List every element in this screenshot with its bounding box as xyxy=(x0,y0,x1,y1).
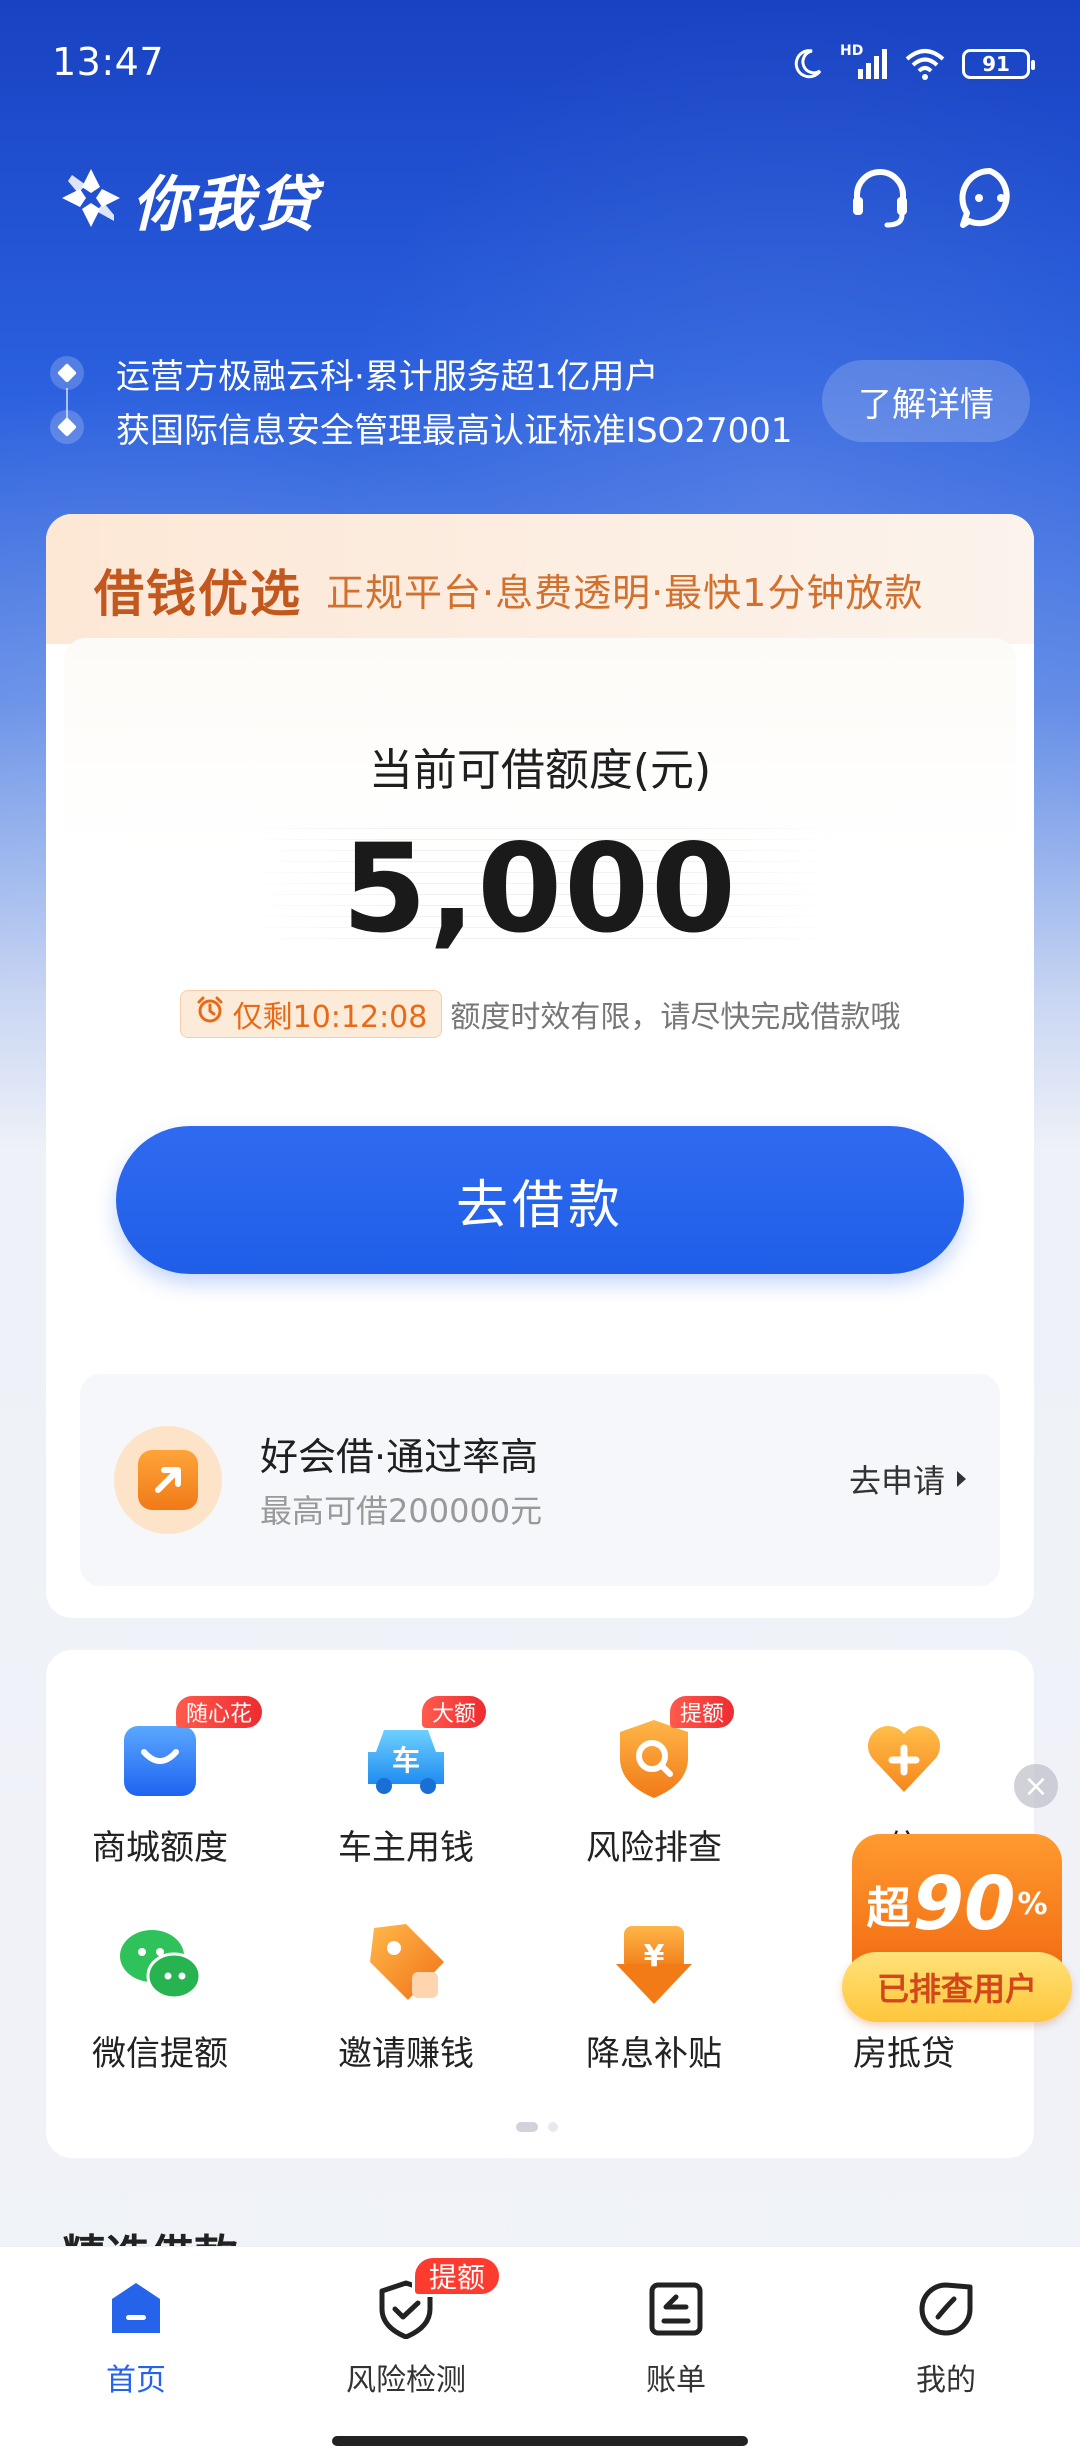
bottom-nav: 首页 提额 风险检测 账单 我的 xyxy=(0,2246,1080,2460)
close-float-button[interactable]: × xyxy=(1014,1764,1058,1808)
service-rate-subsidy[interactable]: ¥ 降息补贴 xyxy=(544,1916,764,2086)
info-text: 获国际信息安全管理最高认证标准ISO27001 xyxy=(116,410,793,451)
nav-profile[interactable]: 我的 xyxy=(846,2277,1046,2427)
app-name: 你我贷 xyxy=(132,170,318,240)
network-type: HD xyxy=(840,43,864,59)
service-invite-earn[interactable]: 邀请赚钱 xyxy=(296,1916,516,2086)
svg-text:车: 车 xyxy=(392,1744,420,1777)
shopping-bag-icon: 随心花 xyxy=(112,1696,263,1806)
service-label: 邀请赚钱 xyxy=(338,2034,474,2074)
service-label: 微信提额 xyxy=(92,2034,228,2074)
moon-icon xyxy=(790,47,824,81)
platform-info: 运营方极融云科·累计服务超1亿用户 获国际信息安全管理最高认证标准ISO2700… xyxy=(50,340,1030,460)
nav-bills[interactable]: 账单 xyxy=(576,2277,776,2427)
nav-label: 账单 xyxy=(646,2363,706,2398)
nav-risk-check[interactable]: 提额 风险检测 xyxy=(306,2255,506,2427)
tag-icon xyxy=(358,1916,454,2012)
wechat-icon xyxy=(112,1916,208,2012)
promo-title: 好会借·通过率高 xyxy=(260,1435,539,1479)
nav-home[interactable]: 首页 xyxy=(36,2277,236,2427)
diamond-bullet-icon xyxy=(50,356,84,390)
app-screen: 13:47 HD 91 你我贷 运营方极融云科·累计服务超1亿用户 获国际信息安… xyxy=(0,0,1080,2460)
loan-card-title: 借钱优选 xyxy=(94,564,302,623)
quota-amount: 5,000 xyxy=(342,818,738,960)
status-bar: 13:47 HD 91 xyxy=(0,0,1080,130)
promo-icon-bg xyxy=(114,1426,222,1534)
svg-text:¥: ¥ xyxy=(644,1939,665,1974)
service-label: 降息补贴 xyxy=(586,2034,722,2074)
service-label: 房抵贷 xyxy=(853,2034,955,2074)
page-dot xyxy=(548,2122,558,2132)
heart-plus-icon xyxy=(856,1710,952,1806)
headset-icon xyxy=(845,163,915,237)
service-wechat-limit[interactable]: 微信提额 xyxy=(50,1916,270,2086)
nav-label: 风险检测 xyxy=(346,2363,466,2398)
app-header: 你我贷 xyxy=(0,150,1080,260)
bill-icon xyxy=(644,2277,708,2341)
service-badge: 提额 xyxy=(670,1696,735,1728)
shield-check-icon: 提额 xyxy=(374,2255,503,2341)
service-badge: 大额 xyxy=(422,1696,487,1728)
loan-card-header: 借钱优选 正规平台·息费透明·最快1分钟放款 xyxy=(46,514,1034,644)
battery-icon: 91 xyxy=(962,49,1035,79)
shield-search-icon: 提额 xyxy=(606,1696,735,1806)
logo-icon xyxy=(56,163,126,237)
service-mall-credit[interactable]: 随心花 商城额度 xyxy=(50,1696,270,1880)
car-icon: 车 大额 xyxy=(358,1696,487,1806)
profile-icon xyxy=(914,2277,978,2341)
apply-button[interactable]: 去申请 xyxy=(849,1456,966,1502)
info-line: 运营方极融云科·累计服务超1亿用户 xyxy=(50,348,658,398)
alarm-clock-icon xyxy=(195,995,225,1033)
service-label: 车主用钱 xyxy=(338,1828,474,1868)
service-label: 商城额度 xyxy=(92,1828,228,1868)
float-unit: % xyxy=(1017,1886,1048,1922)
float-value: 90 xyxy=(912,1861,1016,1947)
battery-level: 91 xyxy=(982,52,1010,76)
page-indicator xyxy=(516,2122,558,2132)
page-dot-active xyxy=(516,2122,538,2132)
nav-label: 我的 xyxy=(916,2363,976,2398)
diamond-bullet-icon xyxy=(50,410,84,444)
info-line: 获国际信息安全管理最高认证标准ISO27001 xyxy=(50,402,793,452)
float-prefix: 超 xyxy=(866,1883,911,1934)
home-icon xyxy=(104,2277,168,2341)
yuan-shield-icon: ¥ xyxy=(606,1916,702,2012)
chevron-right-icon xyxy=(957,1471,966,1487)
arrow-up-right-icon xyxy=(138,1450,198,1510)
quota-panel: 当前可借额度(元) 5,000 仅剩10:12:08 额度时效有限，请尽快完成借… xyxy=(64,638,1016,1358)
apply-label: 去申请 xyxy=(848,1462,945,1500)
status-time: 13:47 xyxy=(52,40,165,84)
quota-label: 当前可借额度(元) xyxy=(368,745,712,796)
countdown-text: 仅剩10:12:08 xyxy=(232,1000,428,1035)
service-label: 风险排查 xyxy=(586,1828,722,1868)
float-caption: 已排查用户 xyxy=(842,1952,1072,2022)
learn-more-button[interactable]: 了解详情 xyxy=(822,360,1030,442)
promo-row[interactable]: 好会借·通过率高 最高可借200000元 去申请 xyxy=(80,1374,1000,1586)
home-indicator[interactable] xyxy=(332,2436,748,2446)
nav-label: 首页 xyxy=(106,2363,166,2398)
float-promo[interactable]: 超 90 % 已排查用户 xyxy=(842,1834,1072,2030)
service-badge: 随心花 xyxy=(176,1696,263,1728)
promo-subtitle: 最高可借200000元 xyxy=(260,1492,543,1530)
customer-service-button[interactable] xyxy=(840,160,920,240)
wifi-icon xyxy=(904,47,946,81)
status-icons: HD 91 xyxy=(790,42,1035,86)
countdown-chip: 仅剩10:12:08 xyxy=(179,990,443,1038)
loan-card-subtitle: 正规平台·息费透明·最快1分钟放款 xyxy=(326,571,924,615)
timer-row: 仅剩10:12:08 额度时效有限，请尽快完成借款哦 xyxy=(64,990,1016,1038)
signal-icon: HD xyxy=(840,43,888,81)
chat-icon xyxy=(955,163,1025,237)
message-button[interactable] xyxy=(950,160,1030,240)
nav-badge: 提额 xyxy=(412,2255,503,2297)
service-risk-check[interactable]: 提额 风险排查 xyxy=(544,1696,764,1880)
service-car-owner[interactable]: 车 大额 车主用钱 xyxy=(296,1696,516,1880)
info-text: 运营方极融云科·累计服务超1亿用户 xyxy=(116,356,659,397)
borrow-button[interactable]: 去借款 xyxy=(116,1126,964,1274)
app-logo: 你我贷 xyxy=(56,156,318,243)
timer-note: 额度时效有限，请尽快完成借款哦 xyxy=(450,1000,901,1035)
loan-card: 借钱优选 正规平台·息费透明·最快1分钟放款 当前可借额度(元) 5,000 仅… xyxy=(46,514,1034,1618)
